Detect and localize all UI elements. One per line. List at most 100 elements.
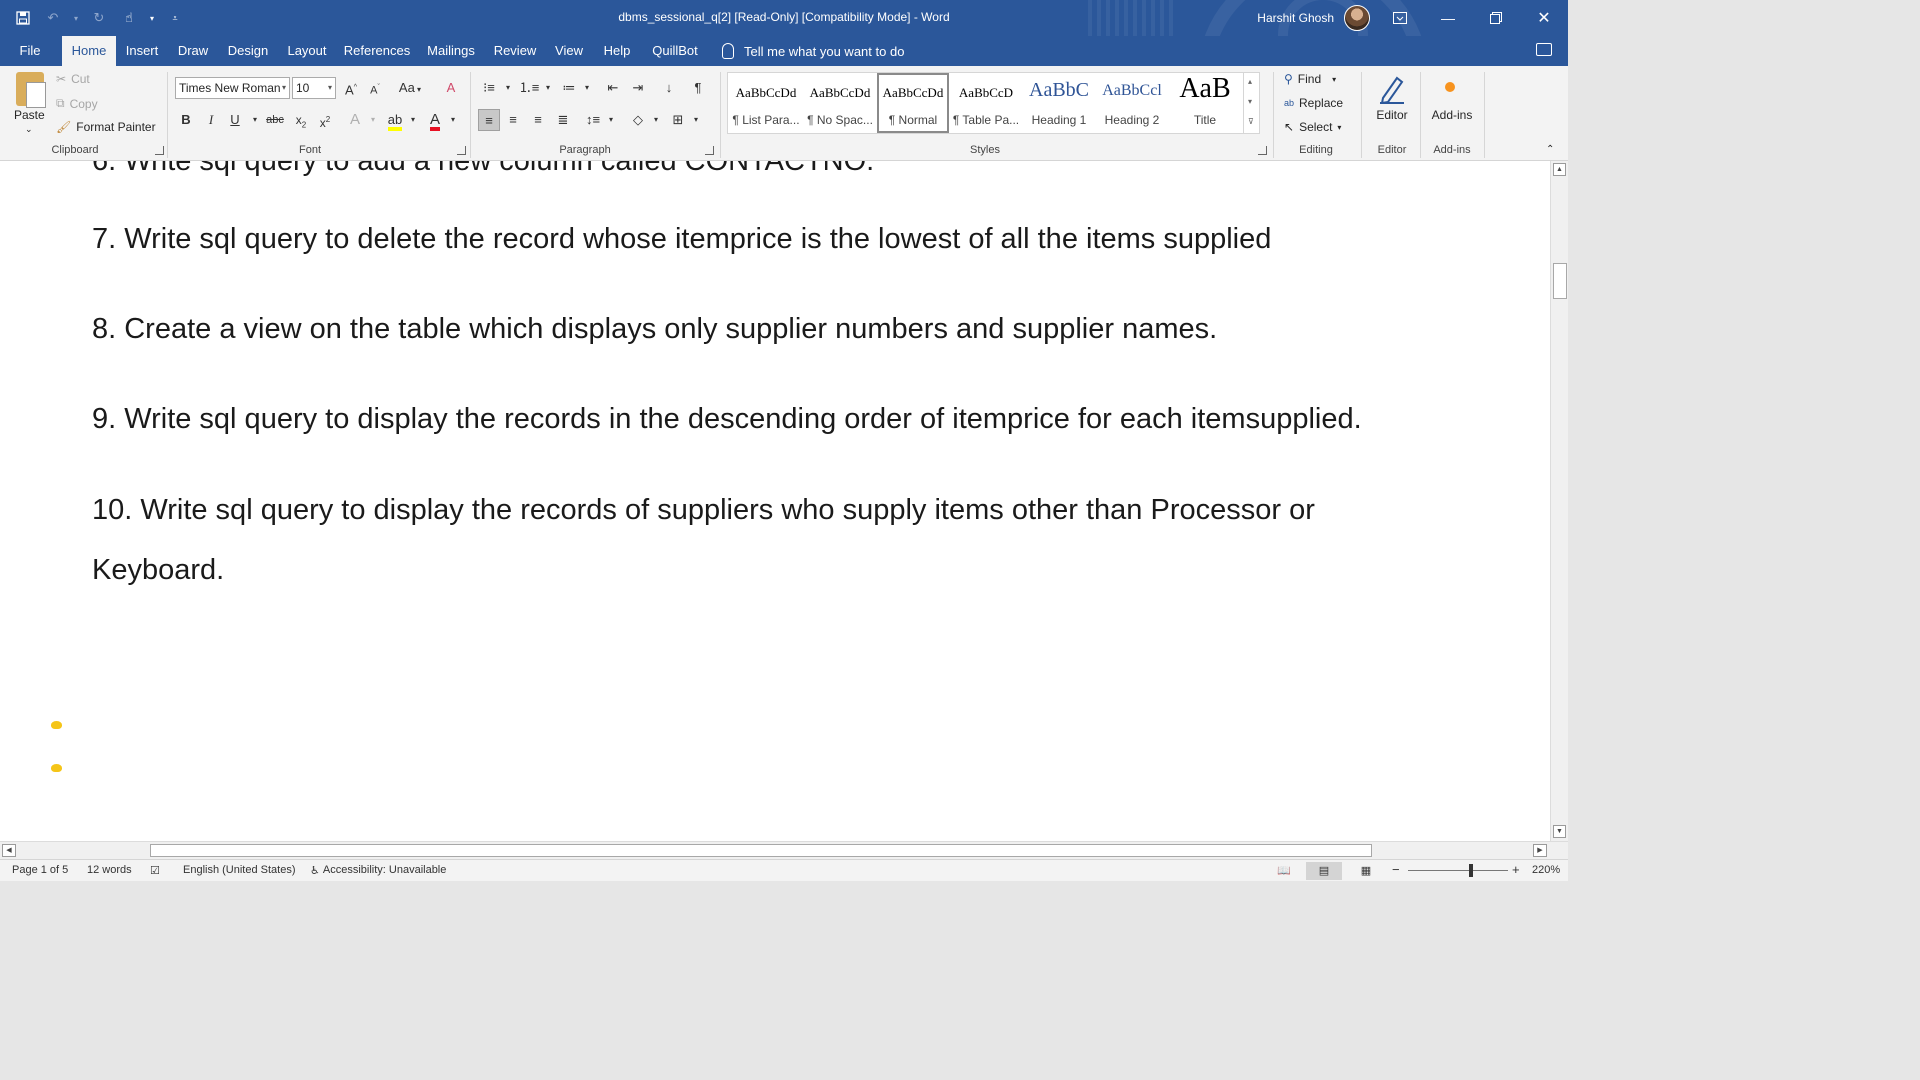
styles-scroll[interactable]: ▴ ▾ ⊽ <box>1243 73 1259 133</box>
ribbon-display-options-icon[interactable] <box>1376 0 1424 36</box>
undo-dropdown-icon[interactable]: ▾ <box>70 5 82 31</box>
align-right-icon[interactable]: ≡ <box>527 109 549 131</box>
comment-marker-icon[interactable] <box>51 764 62 772</box>
chevron-up-icon[interactable]: ▴ <box>1248 77 1252 86</box>
underline-dropdown-icon[interactable]: ▾ <box>244 109 266 131</box>
scroll-left-icon[interactable]: ◀ <box>2 844 16 857</box>
font-size-box[interactable]: 10 ▾ <box>292 77 336 99</box>
account[interactable]: Harshit Ghosh <box>1257 0 1370 36</box>
comment-marker-icon[interactable] <box>51 721 62 729</box>
change-case-button[interactable]: Aa ▾ <box>394 77 426 99</box>
tab-help[interactable]: Help <box>598 36 636 66</box>
show-formatting-marks-icon[interactable]: ¶ <box>687 77 709 99</box>
align-left-icon[interactable]: ≡ <box>478 109 500 131</box>
proofing-icon[interactable]: ☑ <box>150 864 160 877</box>
zoom-level[interactable]: 220% <box>1532 864 1560 876</box>
print-layout-icon[interactable]: ▤ <box>1306 862 1342 880</box>
bold-icon[interactable]: B <box>175 109 197 131</box>
style-list-paragraph[interactable]: AaBbCcDd ¶ List Para... <box>730 73 802 133</box>
style-title[interactable]: AaB Title <box>1169 73 1241 133</box>
word-count[interactable]: 12 words <box>87 864 132 876</box>
tab-mailings[interactable]: Mailings <box>422 36 480 66</box>
save-icon[interactable] <box>10 5 36 31</box>
italic-icon[interactable]: I <box>200 109 222 131</box>
paragraph-launcher-icon[interactable] <box>705 146 714 155</box>
zoom-out-icon[interactable]: − <box>1392 862 1400 877</box>
clear-formatting-icon[interactable]: A <box>440 77 462 99</box>
accessibility-status[interactable]: ♿ Accessibility: Unavailable <box>310 864 446 877</box>
find-button[interactable]: ⚲ Find ▾ <box>1284 72 1336 86</box>
language[interactable]: English (United States) <box>183 864 296 876</box>
tab-insert[interactable]: Insert <box>120 36 164 66</box>
tab-design[interactable]: Design <box>222 36 274 66</box>
styles-launcher-icon[interactable] <box>1258 146 1267 155</box>
comments-icon[interactable] <box>1536 43 1552 56</box>
collapse-ribbon-icon[interactable]: ⌃ <box>1546 144 1554 155</box>
tab-file[interactable]: File <box>8 36 52 66</box>
restore-icon[interactable] <box>1472 0 1520 36</box>
tab-view[interactable]: View <box>550 36 588 66</box>
minimize-icon[interactable]: — <box>1424 0 1472 36</box>
tab-home[interactable]: Home <box>62 36 116 66</box>
avatar[interactable] <box>1344 5 1370 31</box>
font-color-dropdown-icon[interactable]: ▾ <box>442 109 464 131</box>
bullets-dropdown-icon[interactable]: ▾ <box>497 77 519 99</box>
clipboard-launcher-icon[interactable] <box>155 146 164 155</box>
replace-button[interactable]: ab Replace <box>1284 96 1343 110</box>
document-canvas[interactable]: 6. Write sql query to add a new column c… <box>0 161 1550 841</box>
horizontal-scroll-thumb[interactable] <box>150 844 1372 857</box>
style-no-spacing[interactable]: AaBbCcDd ¶ No Spac... <box>804 73 876 133</box>
chevron-down-icon[interactable]: ▾ <box>1248 97 1252 106</box>
tell-me-search[interactable]: Tell me what you want to do <box>722 36 904 66</box>
font-name-box[interactable]: Times New Roman ▾ <box>175 77 290 99</box>
line-spacing-dropdown-icon[interactable]: ▾ <box>600 109 622 131</box>
underline-icon[interactable]: U <box>224 109 246 131</box>
web-layout-icon[interactable]: ▦ <box>1348 862 1384 880</box>
superscript-icon[interactable]: x2 <box>314 109 336 131</box>
vertical-scrollbar[interactable]: ▲ ▼ <box>1550 161 1568 841</box>
shrink-font-icon[interactable]: Aˇ <box>364 77 386 99</box>
scroll-up-icon[interactable]: ▲ <box>1553 163 1566 176</box>
undo-icon[interactable]: ↶ <box>40 5 66 31</box>
sort-icon[interactable]: ↓ <box>658 77 680 99</box>
decrease-indent-icon[interactable]: ⇤ <box>602 77 624 99</box>
zoom-slider-thumb[interactable] <box>1469 864 1473 877</box>
align-center-icon[interactable]: ≡ <box>502 109 524 131</box>
page-count[interactable]: Page 1 of 5 <box>12 864 68 876</box>
copy-button[interactable]: ⧉ Copy <box>56 96 98 111</box>
tab-references[interactable]: References <box>340 36 414 66</box>
zoom-slider[interactable] <box>1408 870 1508 871</box>
read-mode-icon[interactable]: 📖 <box>1266 862 1302 880</box>
vertical-scroll-thumb[interactable] <box>1553 263 1567 299</box>
horizontal-scrollbar[interactable]: ◀ ▶ <box>0 841 1568 859</box>
close-icon[interactable]: ✕ <box>1520 0 1568 36</box>
zoom-in-icon[interactable]: + <box>1512 862 1520 877</box>
select-button[interactable]: ↖ Select ▾ <box>1284 120 1341 134</box>
touch-mode-icon[interactable]: ☝ <box>116 5 142 31</box>
justify-icon[interactable]: ≣ <box>552 109 574 131</box>
scroll-right-icon[interactable]: ▶ <box>1533 844 1547 857</box>
tab-review[interactable]: Review <box>490 36 540 66</box>
tab-quillbot[interactable]: QuillBot <box>646 36 704 66</box>
grow-font-icon[interactable]: A^ <box>340 77 362 99</box>
font-launcher-icon[interactable] <box>457 146 466 155</box>
multilevel-dropdown-icon[interactable]: ▾ <box>576 77 598 99</box>
cut-button[interactable]: ✂ Cut <box>56 72 90 86</box>
more-styles-icon[interactable]: ⊽ <box>1248 117 1254 126</box>
strikethrough-icon[interactable]: abc <box>264 109 286 131</box>
text-effects-dropdown-icon[interactable]: ▾ <box>362 109 384 131</box>
scroll-down-icon[interactable]: ▼ <box>1553 825 1566 838</box>
subscript-icon[interactable]: x2 <box>290 109 312 131</box>
tab-layout[interactable]: Layout <box>282 36 332 66</box>
numbering-dropdown-icon[interactable]: ▾ <box>537 77 559 99</box>
customize-qat-icon[interactable]: ⩡ <box>162 5 188 31</box>
redo-icon[interactable]: ↻ <box>86 5 112 31</box>
paste-dropdown-icon[interactable]: ⌄ <box>25 124 33 135</box>
style-heading-2[interactable]: AaBbCcl Heading 2 <box>1096 73 1168 133</box>
increase-indent-icon[interactable]: ⇥ <box>627 77 649 99</box>
touch-mode-dropdown-icon[interactable]: ▾ <box>146 5 158 31</box>
highlight-dropdown-icon[interactable]: ▾ <box>402 109 424 131</box>
style-table-paragraph[interactable]: AaBbCcD ¶ Table Pa... <box>950 73 1022 133</box>
shading-dropdown-icon[interactable]: ▾ <box>645 109 667 131</box>
tab-draw[interactable]: Draw <box>172 36 214 66</box>
